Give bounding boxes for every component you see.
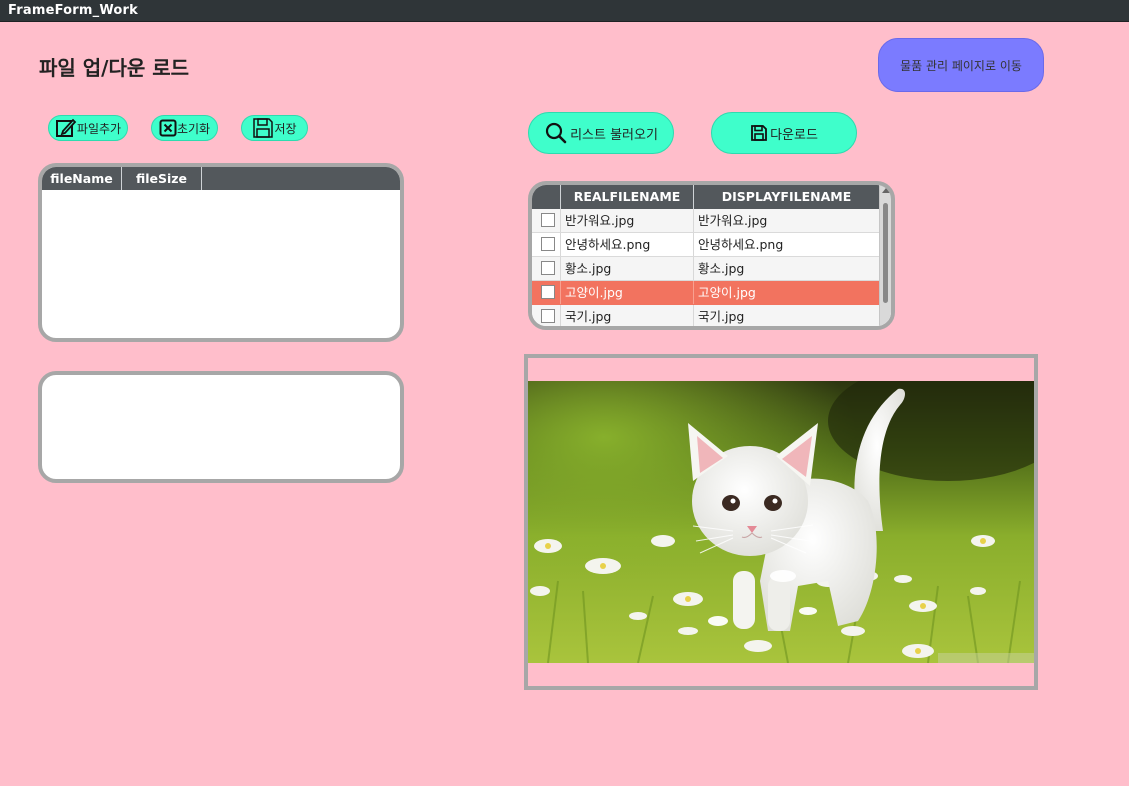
- column-header-check[interactable]: [532, 185, 561, 209]
- save-button-label: 저장: [274, 121, 297, 136]
- row-checkbox[interactable]: [541, 261, 555, 275]
- displayfilename-cell[interactable]: 국기.jpg: [694, 305, 880, 326]
- reset-button-label: 초기화: [176, 121, 211, 136]
- scrollbar-thumb[interactable]: [883, 203, 888, 303]
- row-check-cell[interactable]: [532, 305, 561, 326]
- row-checkbox[interactable]: [541, 309, 555, 323]
- table-row[interactable]: 황소.jpg 황소.jpg: [532, 257, 880, 281]
- download-button-label: 다운로드: [770, 127, 818, 143]
- column-header-filename[interactable]: fileName: [42, 167, 122, 190]
- upload-file-grid[interactable]: fileName fileSize: [38, 163, 404, 342]
- displayfilename-cell[interactable]: 황소.jpg: [694, 257, 880, 280]
- realfilename-cell[interactable]: 황소.jpg: [561, 257, 694, 280]
- search-icon: [544, 121, 568, 145]
- grid-header: fileName fileSize: [42, 167, 400, 190]
- realfilename-cell[interactable]: 반가워요.jpg: [561, 209, 694, 232]
- scroll-up-arrow-icon[interactable]: [882, 188, 890, 193]
- column-header-filesize[interactable]: fileSize: [122, 167, 202, 190]
- table-row[interactable]: 안녕하세요.png 안녕하세요.png: [532, 233, 880, 257]
- row-check-cell[interactable]: [532, 257, 561, 280]
- floppy-icon: [750, 124, 768, 142]
- grid-header: REALFILENAME DISPLAYFILENAME: [532, 185, 891, 209]
- row-check-cell[interactable]: [532, 281, 561, 304]
- goods-page-button[interactable]: 물품 관리 페이지로 이동: [878, 38, 1044, 92]
- download-button[interactable]: 다운로드: [711, 112, 857, 154]
- empty-panel: [38, 371, 404, 483]
- reset-button[interactable]: 초기화: [151, 115, 218, 141]
- load-list-button[interactable]: 리스트 불러오기: [528, 112, 674, 154]
- kitten-photo: [528, 381, 1034, 663]
- floppy-icon: [252, 117, 274, 139]
- add-file-button-label: 파일추가: [76, 121, 122, 136]
- row-checkbox[interactable]: [541, 285, 555, 299]
- displayfilename-cell[interactable]: 반가워요.jpg: [694, 209, 880, 232]
- window-titlebar: FrameForm_Work: [0, 0, 1129, 22]
- displayfilename-cell[interactable]: 안녕하세요.png: [694, 233, 880, 256]
- page-title: 파일 업/다운 로드: [39, 56, 190, 80]
- displayfilename-cell[interactable]: 고양이.jpg: [694, 281, 880, 304]
- window-title: FrameForm_Work: [8, 3, 139, 18]
- goods-page-button-label: 물품 관리 페이지로 이동: [900, 58, 1022, 73]
- row-check-cell[interactable]: [532, 209, 561, 232]
- row-checkbox[interactable]: [541, 213, 555, 227]
- add-file-button[interactable]: 파일추가: [48, 115, 128, 141]
- realfilename-cell[interactable]: 안녕하세요.png: [561, 233, 694, 256]
- column-header-displayfilename[interactable]: DISPLAYFILENAME: [694, 185, 880, 209]
- image-preview-frame: [524, 354, 1038, 690]
- realfilename-cell[interactable]: 고양이.jpg: [561, 281, 694, 304]
- row-check-cell[interactable]: [532, 233, 561, 256]
- close-box-icon: [159, 119, 177, 137]
- realfilename-cell[interactable]: 국기.jpg: [561, 305, 694, 326]
- column-header-realfilename[interactable]: REALFILENAME: [561, 185, 694, 209]
- table-row[interactable]: 반가워요.jpg 반가워요.jpg: [532, 209, 880, 233]
- save-button[interactable]: 저장: [241, 115, 308, 141]
- row-checkbox[interactable]: [541, 237, 555, 251]
- table-row[interactable]: 국기.jpg 국기.jpg: [532, 305, 880, 326]
- file-list-grid[interactable]: REALFILENAME DISPLAYFILENAME 반가워요.jpg 반가워…: [528, 181, 895, 330]
- edit-icon: [55, 117, 77, 139]
- table-row[interactable]: 고양이.jpg 고양이.jpg: [532, 281, 880, 305]
- vertical-scrollbar[interactable]: [879, 185, 891, 326]
- load-list-button-label: 리스트 불러오기: [570, 127, 658, 143]
